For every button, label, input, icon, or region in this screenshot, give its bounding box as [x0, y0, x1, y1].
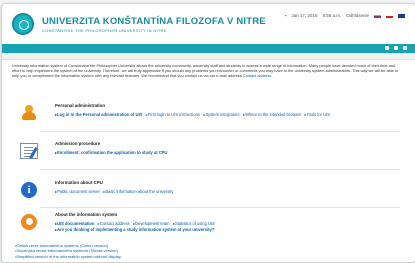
university-subtitle: CONSTANTINE THE PHILOSOPHER UNIVERSITY I…	[42, 28, 167, 33]
link-intended-browser[interactable]: Where to the intended browser	[243, 112, 301, 117]
main-nav-bar	[2, 44, 415, 53]
university-logo-icon[interactable]	[12, 13, 34, 35]
header: UNIVERZITA KONŠTANTÍNA FILOZOFA V NITRE …	[2, 4, 415, 44]
nav-icon-1[interactable]	[385, 46, 389, 50]
link-implementing-system[interactable]: Are you thinking of implementing a study…	[55, 227, 214, 232]
section-title: Information about CPU	[55, 180, 103, 185]
logout-link[interactable]: Odhlásenie	[346, 13, 369, 18]
link-system-integrators[interactable]: System integrators	[203, 112, 239, 117]
top-info-bar: ▪ Jan 17, 2016 8:58 a.m. Odhlásenie	[285, 13, 405, 18]
section-links: UIS documentation Contact address Develo…	[55, 221, 395, 233]
section-information-about-cpu: Information about CPU Public document se…	[12, 180, 407, 204]
link-tools[interactable]: Tools for UIS	[304, 112, 330, 117]
info-icon	[21, 182, 37, 198]
language-version-links: Česká verze informačního systému (Czech …	[15, 243, 121, 259]
link-public-document-server[interactable]: Public document server	[55, 189, 100, 194]
intro-paragraph: University information system of Constan…	[12, 63, 404, 78]
document-icon	[20, 143, 38, 159]
section-admission-procedure: Admission procedure Enrollment: confirma…	[12, 141, 407, 165]
time-text: 8:58 a.m.	[322, 13, 342, 18]
gear-icon	[21, 214, 37, 230]
link-personal-admin-login[interactable]: Log in to the Personal administration of…	[55, 112, 142, 117]
section-title: Personal administration	[55, 103, 106, 108]
intro-text: University information system of Constan…	[12, 63, 399, 78]
calendar-icon: ▪	[284, 13, 287, 18]
breadcrumb-bar	[2, 53, 415, 60]
section-links: Log in to the Personal administration of…	[55, 112, 395, 118]
section-title: About the information system	[55, 212, 118, 217]
slovak-flag-icon[interactable]	[374, 13, 381, 18]
link-simplified-version[interactable]: Simplified version of the information sy…	[15, 254, 121, 259]
divider	[40, 131, 400, 132]
link-basic-information[interactable]: Basic information about the university	[103, 189, 173, 194]
university-title: UNIVERZITA KONŠTANTÍNA FILOZOFA V NITRE	[42, 16, 266, 27]
link-first-login[interactable]: First login to UIS instructions	[146, 112, 200, 117]
section-title: Admission procedure	[55, 141, 101, 146]
person-icon	[20, 105, 38, 121]
divider	[40, 169, 400, 170]
intro-contact-link[interactable]: Contact address	[243, 73, 271, 78]
czech-flag-icon[interactable]	[386, 13, 393, 18]
link-uis-documentation[interactable]: UIS documentation	[55, 221, 94, 226]
nav-icon-2[interactable]	[394, 46, 398, 50]
nav-icon-3[interactable]	[403, 46, 407, 50]
section-links: Enrollment: confirmation the application…	[55, 150, 395, 156]
english-flag-icon[interactable]	[398, 13, 405, 18]
divider	[40, 207, 400, 208]
link-statistics[interactable]: Statistics of using UIS	[173, 221, 215, 226]
section-links: Public document server Basic information…	[55, 189, 395, 195]
link-development-team[interactable]: Development team	[133, 221, 169, 226]
link-enrollment[interactable]: Enrollment: confirmation the application…	[55, 150, 167, 155]
date-text: Jan 17, 2016	[291, 13, 318, 18]
section-personal-administration: Personal administration Log in to the Pe…	[12, 103, 407, 129]
page: UNIVERZITA KONŠTANTÍNA FILOZOFA V NITRE …	[1, 3, 415, 263]
section-about-information-system: About the information system UIS documen…	[12, 212, 407, 240]
link-contact-address[interactable]: Contact address	[98, 221, 130, 226]
